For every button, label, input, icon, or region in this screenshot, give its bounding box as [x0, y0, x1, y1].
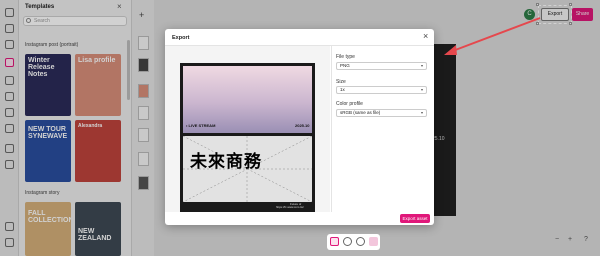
zoom-controls: − + ? — [551, 236, 595, 248]
chevron-down-icon: ▾ — [420, 110, 423, 115]
color-profile-select[interactable]: sRGB (same as file) ▾ — [336, 109, 427, 117]
chevron-down-icon: ▾ — [420, 87, 423, 92]
design-preview: • LIVE STREAM 2025.10 未來商務 Future of htt… — [180, 63, 315, 212]
dialog-title: Export — [172, 35, 190, 41]
size-label: Size — [336, 79, 346, 85]
design-url: https://fc.www.com.tw/ — [276, 205, 304, 209]
design-livestream-label: • LIVE STREAM — [186, 123, 216, 128]
zoom-out-button[interactable]: − — [555, 236, 559, 243]
zoom-in-button[interactable]: + — [568, 236, 572, 243]
export-preview: • LIVE STREAM 2025.10 未來商務 Future of htt… — [165, 46, 330, 212]
help-button[interactable]: ? — [584, 236, 588, 243]
select-tool-icon[interactable] — [330, 237, 339, 246]
divider — [331, 46, 332, 212]
annotation-arrow-icon — [444, 17, 541, 55]
hand-tool-icon[interactable] — [343, 237, 352, 246]
comment-tool-icon[interactable] — [356, 237, 365, 246]
color-profile-value: sRGB (same as file) — [340, 110, 381, 115]
draw-tool-icon[interactable] — [369, 237, 378, 246]
design-date: 2025.10 — [295, 123, 310, 128]
file-type-label: File type — [336, 54, 355, 60]
file-type-select[interactable]: PNG ▾ — [336, 62, 427, 70]
design-big-title: 未來商務 — [190, 152, 262, 172]
file-type-value: PNG — [340, 63, 350, 68]
bottom-toolbar — [327, 234, 380, 250]
export-asset-button[interactable]: Export asset — [400, 214, 430, 223]
size-select[interactable]: 1x ▾ — [336, 86, 427, 94]
design-bottom-panel: 未來商務 — [183, 136, 312, 202]
export-dialog: Export × • LIVE STREAM 2025.10 未來商務 Futu… — [165, 29, 434, 225]
close-icon[interactable]: × — [423, 31, 428, 41]
color-profile-label: Color profile — [336, 101, 363, 107]
chevron-down-icon: ▾ — [420, 63, 423, 68]
size-value: 1x — [340, 87, 345, 92]
